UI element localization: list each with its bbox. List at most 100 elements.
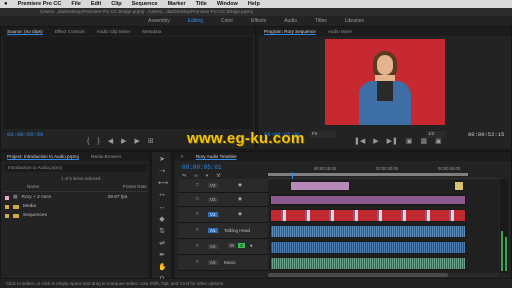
menu-edit[interactable]: Edit [91,1,101,7]
timeline-clip[interactable] [270,257,466,270]
timeline-ruler[interactable]: 00:00:15:00 00:00:30:00 00:00:45:00 [268,164,498,179]
lock-icon[interactable]: □ [196,211,199,216]
eye-icon[interactable]: ◉ [238,211,242,217]
source-timecode[interactable]: 00:00:00:00 [7,131,43,138]
tab-effect-controls[interactable]: Effect Controls [55,29,85,34]
lift-icon[interactable]: ▣ [406,137,413,145]
fit-dropdown[interactable]: Fit [310,131,336,138]
timeline-timecode[interactable]: 00:00:05:01 [182,164,222,171]
timeline-clip[interactable] [270,241,466,254]
track-label: A2 [208,244,218,249]
rate-stretch-tool-icon[interactable]: ↔ [158,204,166,212]
step-back-icon[interactable]: ◀ [108,137,113,145]
tab-source[interactable]: Source: (no clips) [7,29,43,34]
export-frame-icon[interactable]: ▦ [421,137,428,145]
project-search-label[interactable]: Introduction to Audio.prproj [8,165,62,170]
close-icon[interactable]: ✕ [180,154,184,160]
tab-project[interactable]: Project: Introduction to Audio.prproj [7,154,79,159]
list-item[interactable]: Media [5,202,147,211]
menu-bar: ● Premiere Pro CC File Edit Clip Sequenc… [0,0,512,8]
rolling-edit-tool-icon[interactable]: ⇿ [158,192,166,200]
track-header-v1[interactable]: □ V1 ◉ [178,207,268,223]
ruler-tick-label: 00:00:30:00 [376,166,399,171]
mic-icon[interactable]: ● [250,243,253,248]
tab-audio-mixer[interactable]: Audio Mixer [328,29,352,34]
source-viewer[interactable] [3,37,253,129]
sequence-icon: ▦ [13,195,18,200]
program-video-frame[interactable] [325,39,445,125]
menu-window[interactable]: Window [217,1,238,7]
eye-icon[interactable]: ◉ [238,182,242,188]
pen-tool-icon[interactable]: ✒ [158,252,166,260]
menu-marker[interactable]: Marker [168,1,186,7]
timeline-clip[interactable] [454,181,464,191]
menu-title[interactable]: Title [196,1,207,7]
lock-icon[interactable]: □ [196,259,199,264]
workspace-editing[interactable]: Editing [188,18,203,24]
workspace-libraries[interactable]: Libraries [345,18,364,24]
column-frame-rate[interactable]: Frame Rate [123,184,147,189]
timeline-scrollbar[interactable] [268,273,498,277]
work-area-bar[interactable] [268,173,468,176]
insert-icon[interactable]: ⊞ [148,137,154,145]
track-name: Music [224,260,236,265]
menu-help[interactable]: Help [248,1,260,7]
tab-program[interactable]: Program: Rory Sequence [264,29,316,34]
tab-metadata[interactable]: Metadata [142,29,161,34]
step-back-icon[interactable]: ❚◀ [354,137,365,145]
workspace-bar: Assembly Editing Color Effects Audio Tit… [0,16,512,26]
tab-timeline[interactable]: Rory Audio Timeline [196,154,237,159]
track-header-a1[interactable]: □ A1 Talking Head [178,223,268,239]
track-header-a2[interactable]: □ A2 M S ● [178,239,268,255]
mark-out-icon[interactable]: } [97,138,99,145]
track-header-v2[interactable]: □ V2 ◉ [178,193,268,207]
step-forward-icon[interactable]: ▶ [134,137,139,145]
mute-button[interactable]: M [228,243,236,248]
lock-icon[interactable]: □ [196,182,199,187]
timeline-clip[interactable] [270,225,466,238]
timeline-clip[interactable] [270,209,466,222]
menu-file[interactable]: File [71,1,80,7]
track-select-tool-icon[interactable]: ⇢ [158,168,166,176]
menu-sequence[interactable]: Sequence [132,1,158,7]
play-icon[interactable]: ▶ [121,137,126,145]
lock-icon[interactable]: □ [196,243,199,248]
list-item[interactable]: ▦ Rory + 2 mics 29.97 fps [5,193,147,202]
folder-icon [13,204,19,209]
razor-tool-icon[interactable]: ◆ [158,216,166,224]
mark-in-icon[interactable]: { [87,138,89,145]
timeline-clip[interactable] [290,181,350,191]
timeline-tracks-area[interactable] [268,179,498,273]
lock-icon[interactable]: □ [196,227,199,232]
workspace-titles[interactable]: Titles [315,18,327,24]
step-forward-icon[interactable]: ▶❚ [387,137,398,145]
ripple-edit-tool-icon[interactable]: ⟷ [158,180,168,188]
workspace-color[interactable]: Color [221,18,233,24]
app-menu[interactable]: Premiere Pro CC [18,1,62,7]
workspace-audio[interactable]: Audio [284,18,297,24]
track-header-v3[interactable]: □ V3 ◉ [178,179,268,193]
scrollbar-thumb[interactable] [268,273,448,277]
workspace-effects[interactable]: Effects [251,18,266,24]
selection-tool-icon[interactable]: ➤ [158,156,166,164]
apple-icon[interactable]: ● [4,1,8,7]
track-header-a3[interactable]: □ A3 Music [178,255,268,271]
eye-icon[interactable]: ◉ [238,196,242,202]
solo-button[interactable]: S [238,243,246,248]
ruler-tick-label: 00:00:15:00 [314,166,337,171]
column-name[interactable]: Name [27,184,39,189]
list-item[interactable]: Sequences [5,211,147,220]
play-icon[interactable]: ▶ [373,137,378,145]
workspace-assembly[interactable]: Assembly [148,18,170,24]
window-title: /Users/...dia/Desktop/Premiere Pro CC Br… [0,8,512,16]
tab-audio-clip-mixer[interactable]: Audio Clip Mixer [97,29,130,34]
timeline-clip[interactable] [270,195,466,205]
camera-icon[interactable]: ▣ [435,137,442,145]
project-panel: Project: Introduction to Audio.prproj Me… [0,151,150,279]
slip-tool-icon[interactable]: ⇅ [158,228,166,236]
slide-tool-icon[interactable]: ⇌ [158,240,166,248]
lock-icon[interactable]: □ [196,196,199,201]
tab-media-browser[interactable]: Media Browser [91,154,122,159]
hand-tool-icon[interactable]: ✋ [158,264,167,272]
menu-clip[interactable]: Clip [111,1,121,7]
